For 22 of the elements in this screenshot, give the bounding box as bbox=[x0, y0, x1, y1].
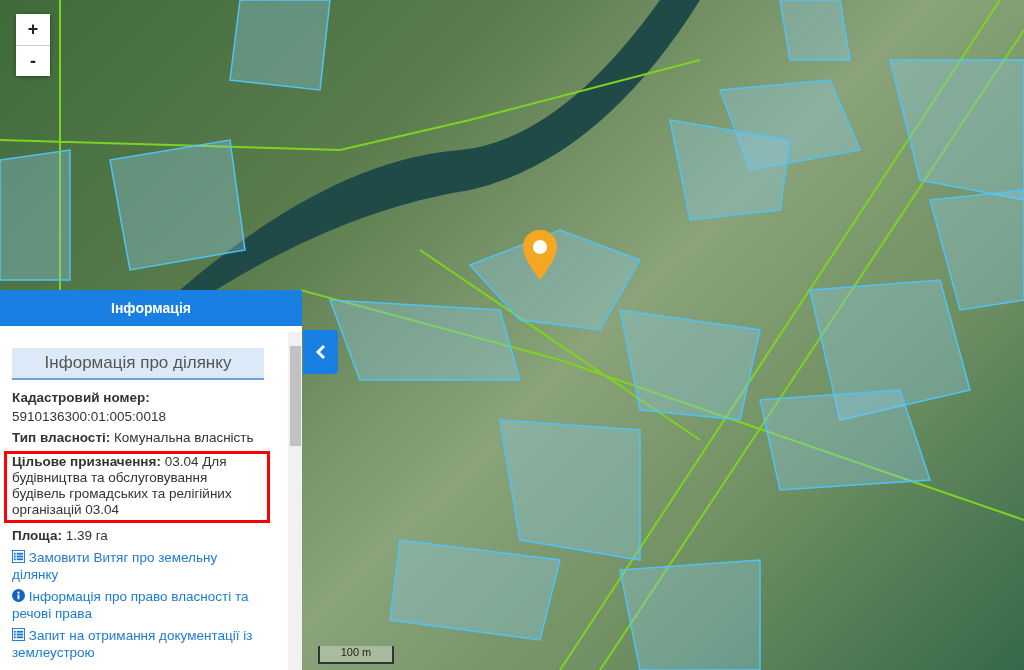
satellite-photo[interactable] bbox=[302, 290, 1024, 670]
field-text: Площа: 1.39 га bbox=[12, 528, 109, 544]
field-label: Кадастровий номер: bbox=[12, 390, 151, 405]
chevron-left-icon bbox=[314, 344, 327, 360]
section-title: Інформація про ділянку bbox=[12, 348, 264, 380]
link[interactable]: Замовити Витяг про земельну ділянку bbox=[12, 549, 266, 583]
list-icon bbox=[12, 628, 25, 641]
zoom-in-button[interactable]: + bbox=[16, 14, 50, 45]
field-value: 5910136300:01:005:0018 bbox=[12, 409, 167, 425]
info-icon bbox=[12, 589, 25, 602]
collapse-panel-button[interactable] bbox=[303, 330, 338, 374]
link[interactable]: Інформація про право власності та речові права bbox=[12, 588, 266, 622]
scale-bar: 100 m bbox=[318, 646, 394, 664]
zoom-out-button[interactable]: - bbox=[16, 45, 50, 76]
location-pin-icon bbox=[522, 229, 558, 281]
field-text: Тип власності: Комунальна власність bbox=[12, 430, 255, 446]
link[interactable]: Запит на отримання документації із землеустрою bbox=[12, 627, 266, 661]
list-icon bbox=[12, 550, 25, 563]
satellite-photo[interactable] bbox=[0, 0, 1024, 290]
field-text: Цільове призначення: 03.04 Для будівництва та обслуговування будівель громадських та релігійних організацій 03.04 bbox=[12, 454, 233, 518]
panel-title: Інформація bbox=[0, 290, 302, 326]
scrollbar[interactable] bbox=[288, 332, 302, 670]
